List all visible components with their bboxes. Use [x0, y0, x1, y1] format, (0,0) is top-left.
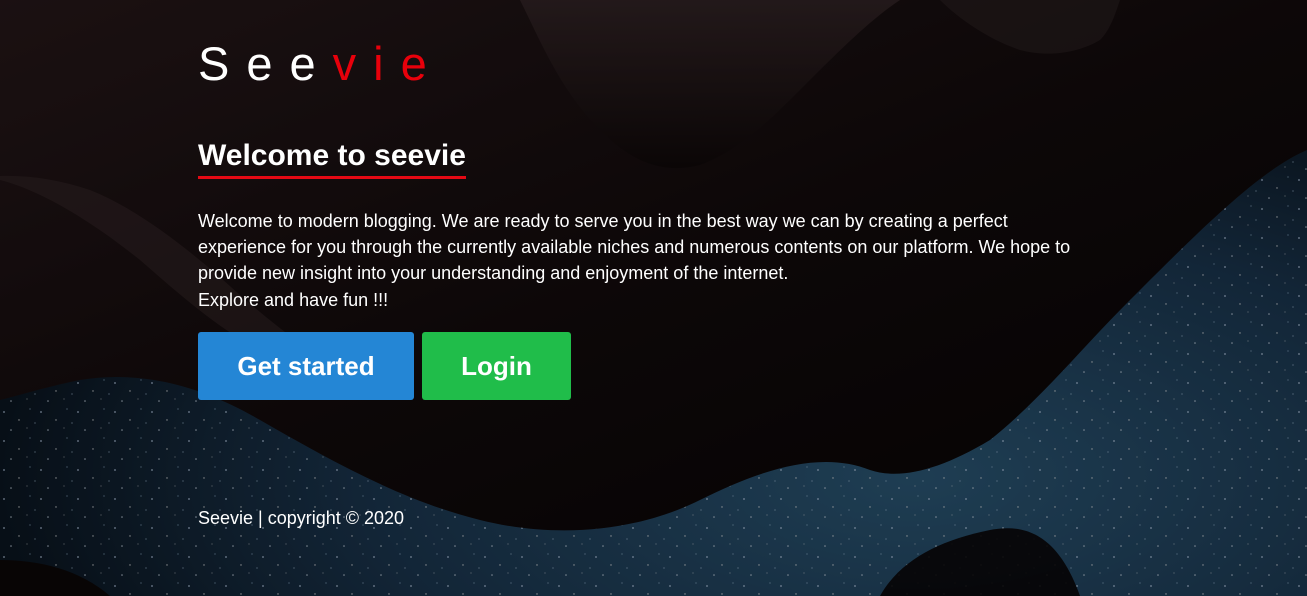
footer-copyright: Seevie | copyright © 2020: [198, 508, 405, 528]
welcome-heading: Welcome to seevie: [198, 138, 466, 179]
background-image: [0, 0, 1307, 596]
site-logo[interactable]: Seevie: [198, 36, 444, 92]
get-started-button[interactable]: Get started: [198, 332, 414, 400]
login-button[interactable]: Login: [422, 332, 571, 400]
intro-paragraph: Welcome to modern blogging. We are ready…: [198, 211, 1071, 283]
logo-text-white: See: [198, 37, 333, 90]
explore-text: Explore and have fun !!!: [198, 290, 389, 310]
logo-text-red: vie: [332, 37, 444, 90]
canyon-starry-sky-illustration: [0, 0, 1307, 596]
